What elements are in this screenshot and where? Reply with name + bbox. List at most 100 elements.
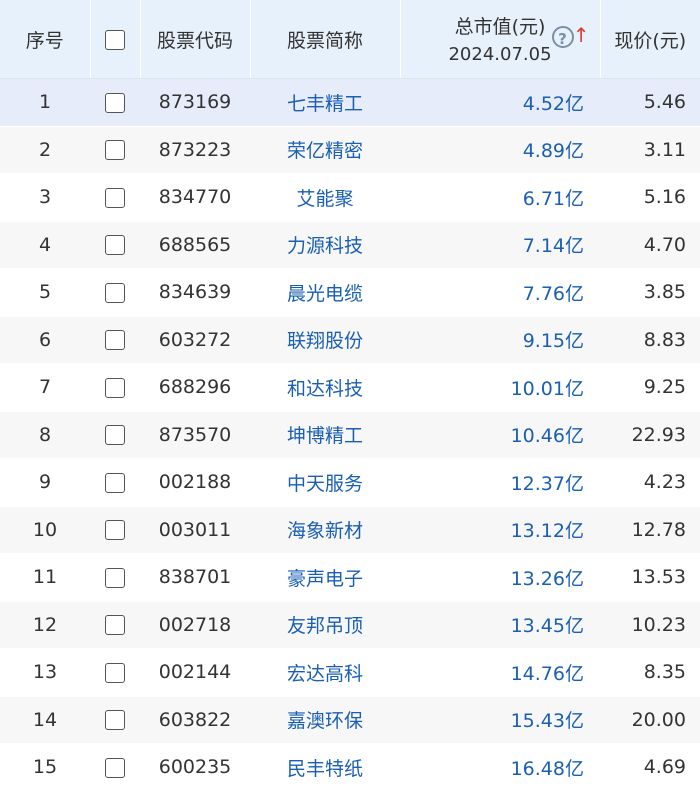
row-market-cap[interactable]: 13.26亿 [400,553,600,602]
row-checkbox[interactable] [105,710,125,731]
row-code: 688296 [140,363,250,412]
row-market-cap[interactable]: 4.52亿 [400,78,600,127]
row-price: 5.16 [600,173,700,222]
row-checkbox[interactable] [105,425,125,446]
row-market-cap[interactable]: 10.46亿 [400,411,600,459]
table-row[interactable]: 11 838701 豪声电子 13.26亿 13.53 [0,553,700,602]
row-checkbox-cell[interactable] [90,553,140,602]
row-market-cap[interactable]: 12.37亿 [400,458,600,507]
row-stock-name-link[interactable]: 宏达高科 [250,648,400,697]
row-checkbox[interactable] [105,567,125,588]
row-market-cap[interactable]: 13.12亿 [400,506,600,554]
row-checkbox[interactable] [105,92,125,113]
row-code: 600235 [140,743,250,792]
row-index: 11 [0,553,90,602]
row-market-cap[interactable]: 14.76亿 [400,648,600,697]
row-market-cap[interactable]: 9.15亿 [400,316,600,364]
table-row[interactable]: 3 834770 艾能聚 6.71亿 5.16 [0,173,700,222]
table-row[interactable]: 1 873169 七丰精工 4.52亿 5.46 [0,78,700,127]
row-stock-name-link[interactable]: 坤博精工 [250,411,400,459]
table-row[interactable]: 13 002144 宏达高科 14.76亿 8.35 [0,648,700,697]
row-stock-name-link[interactable]: 和达科技 [250,363,400,412]
row-market-cap[interactable]: 13.45亿 [400,601,600,649]
header-price[interactable]: 现价(元) [600,0,700,79]
row-checkbox-cell[interactable] [90,268,140,317]
row-stock-name-link[interactable]: 嘉澳环保 [250,696,400,744]
table-row[interactable]: 15 600235 民丰特纸 16.48亿 4.69 [0,743,700,792]
row-checkbox[interactable] [105,282,125,303]
row-stock-name-link[interactable]: 海象新材 [250,506,400,554]
row-checkbox[interactable] [105,757,125,778]
row-checkbox[interactable] [105,235,125,256]
row-index: 14 [0,696,90,744]
row-code: 002718 [140,601,250,649]
row-checkbox-cell[interactable] [90,648,140,697]
table-row[interactable]: 8 873570 坤博精工 10.46亿 22.93 [0,411,700,459]
table-row[interactable]: 9 002188 中天服务 12.37亿 4.23 [0,458,700,507]
row-checkbox-cell[interactable] [90,696,140,744]
row-checkbox-cell[interactable] [90,173,140,222]
table-row[interactable]: 5 834639 晨光电缆 7.76亿 3.85 [0,268,700,317]
header-market-cap-date: 2024.07.05 [448,44,552,65]
row-checkbox[interactable] [105,377,125,398]
table-row[interactable]: 2 873223 荣亿精密 4.89亿 3.11 [0,126,700,174]
row-stock-name-link[interactable]: 晨光电缆 [250,268,400,317]
row-checkbox[interactable] [105,472,125,493]
row-checkbox[interactable] [105,330,125,351]
header-code[interactable]: 股票代码 [140,0,251,79]
row-code: 834770 [140,173,250,222]
row-checkbox-cell[interactable] [90,78,140,127]
row-checkbox-cell[interactable] [90,363,140,412]
row-checkbox[interactable] [105,140,125,161]
row-stock-name-link[interactable]: 联翔股份 [250,316,400,364]
row-code: 688565 [140,221,250,269]
header-select-all[interactable] [90,0,141,79]
table-row[interactable]: 6 603272 联翔股份 9.15亿 8.83 [0,316,700,364]
row-stock-name-link[interactable]: 豪声电子 [250,553,400,602]
table-row[interactable]: 10 003011 海象新材 13.12亿 12.78 [0,506,700,554]
row-price: 3.85 [600,268,700,317]
table-row[interactable]: 14 603822 嘉澳环保 15.43亿 20.00 [0,696,700,744]
row-checkbox-cell[interactable] [90,126,140,174]
row-price: 3.11 [600,126,700,174]
row-checkbox[interactable] [105,615,125,636]
row-index: 1 [0,78,90,127]
row-stock-name-link[interactable]: 荣亿精密 [250,126,400,174]
row-checkbox-cell[interactable] [90,601,140,649]
table-row[interactable]: 4 688565 力源科技 7.14亿 4.70 [0,221,700,269]
header-market-cap[interactable]: 总市值(元) 2024.07.05 ? ↑ [400,0,601,79]
row-market-cap[interactable]: 7.14亿 [400,221,600,269]
row-index: 2 [0,126,90,174]
row-stock-name-link[interactable]: 力源科技 [250,221,400,269]
row-checkbox-cell[interactable] [90,743,140,792]
row-stock-name-link[interactable]: 民丰特纸 [250,743,400,792]
row-market-cap[interactable]: 7.76亿 [400,268,600,317]
row-index: 3 [0,173,90,222]
arrow-up-icon[interactable]: ↑ [573,24,590,46]
row-checkbox[interactable] [105,662,125,683]
row-stock-name-link[interactable]: 七丰精工 [250,78,400,127]
row-checkbox-cell[interactable] [90,221,140,269]
row-stock-name-link[interactable]: 艾能聚 [250,173,400,222]
row-checkbox-cell[interactable] [90,316,140,364]
row-checkbox-cell[interactable] [90,411,140,459]
row-checkbox-cell[interactable] [90,506,140,554]
row-index: 5 [0,268,90,317]
table-row[interactable]: 7 688296 和达科技 10.01亿 9.25 [0,363,700,412]
question-circle-icon[interactable]: ? [551,26,574,48]
row-market-cap[interactable]: 6.71亿 [400,173,600,222]
row-checkbox[interactable] [105,187,125,208]
row-market-cap[interactable]: 15.43亿 [400,696,600,744]
row-market-cap[interactable]: 16.48亿 [400,743,600,792]
row-stock-name-link[interactable]: 友邦吊顶 [250,601,400,649]
row-market-cap[interactable]: 10.01亿 [400,363,600,412]
table-row[interactable]: 12 002718 友邦吊顶 13.45亿 10.23 [0,601,700,649]
row-code: 603822 [140,696,250,744]
row-stock-name-link[interactable]: 中天服务 [250,458,400,507]
row-market-cap[interactable]: 4.89亿 [400,126,600,174]
row-code: 603272 [140,316,250,364]
select-all-checkbox[interactable] [105,29,125,50]
row-checkbox-cell[interactable] [90,458,140,507]
header-name[interactable]: 股票简称 [250,0,401,79]
row-checkbox[interactable] [105,520,125,541]
